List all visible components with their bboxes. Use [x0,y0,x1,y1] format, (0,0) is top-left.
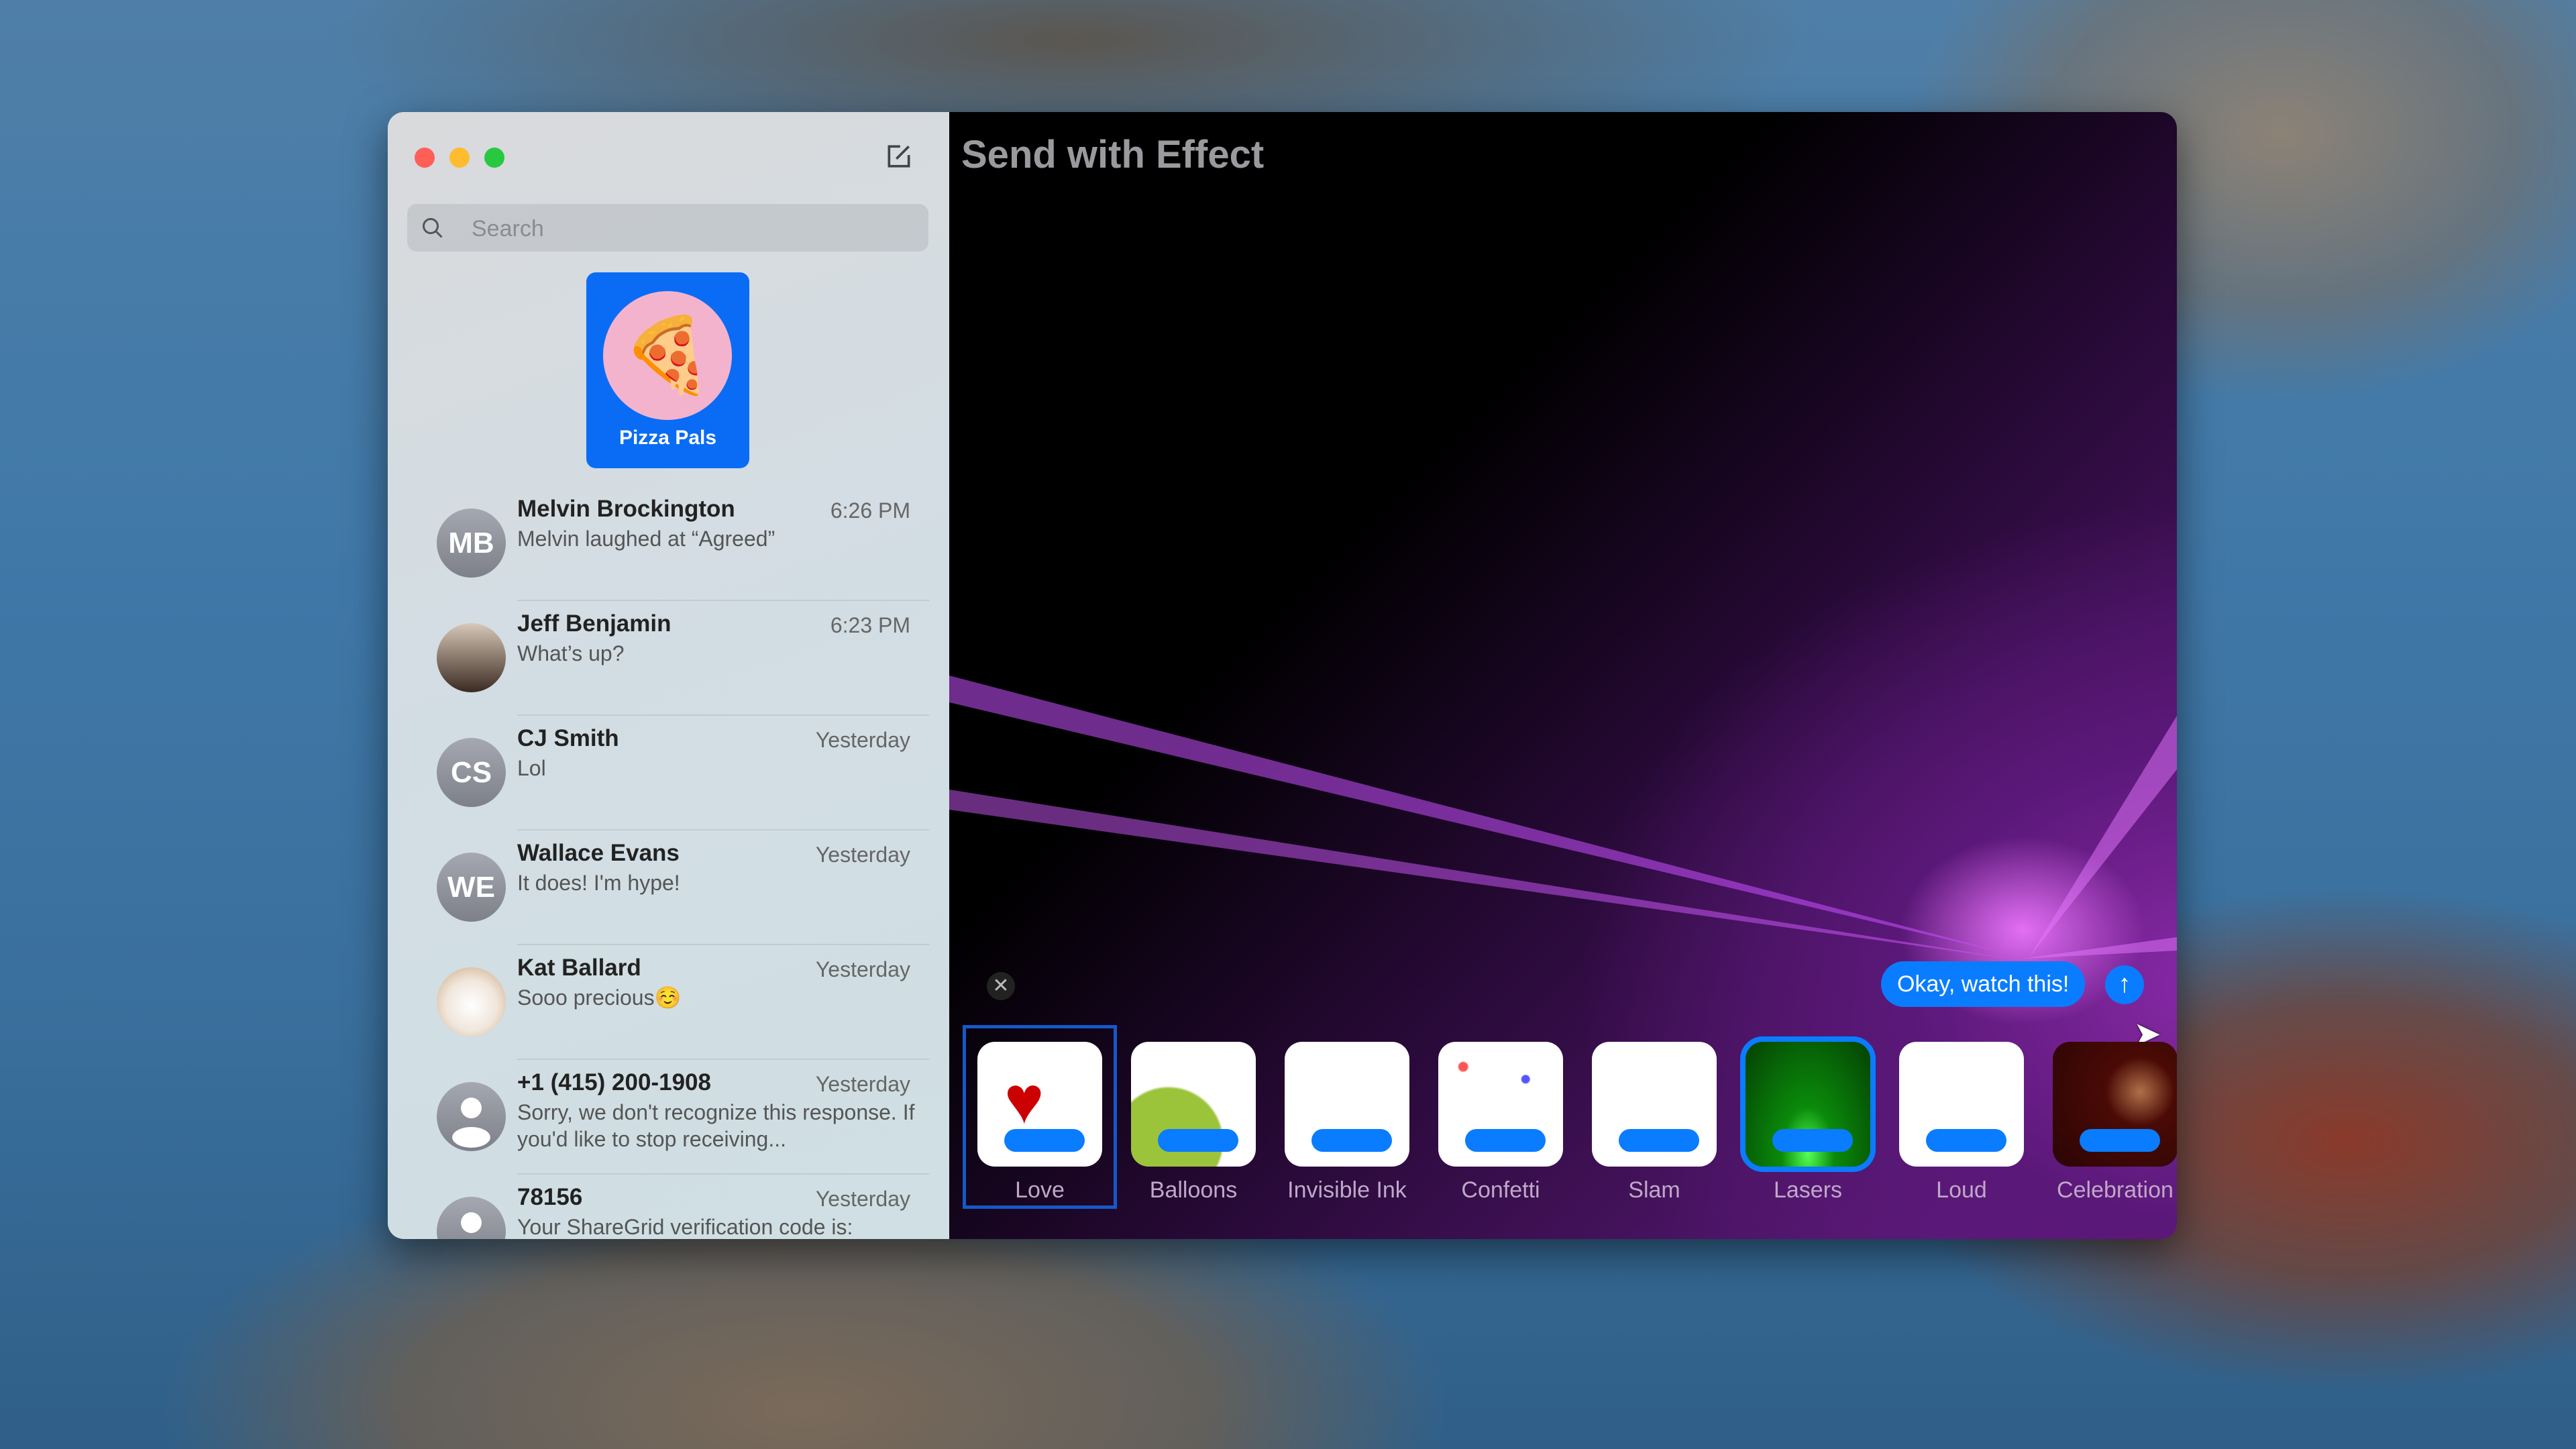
message-preview: Lol [517,756,546,780]
effect-lasers[interactable]: Lasers [1734,1028,1882,1205]
avatar: MB [437,508,506,578]
message-preview: It does! I'm hype! [517,871,680,895]
contact-name: Jeff Benjamin [517,610,672,637]
page-title: Send with Effect [961,133,1265,176]
effect-thumbnail [1740,1036,1876,1172]
timestamp: 6:23 PM [830,613,910,637]
bubble-preview [1619,1129,1699,1152]
bubble-preview [1926,1129,2006,1152]
avatar [437,1197,506,1239]
effect-label: Balloons [1149,1177,1238,1203]
avatar [437,1082,506,1151]
effect-thumbnail [1592,1042,1717,1167]
effect-label: Lasers [1773,1177,1843,1203]
avatar [437,967,506,1036]
effect-label: Confetti [1461,1177,1540,1203]
conversation-row[interactable]: +1 (415) 200-1908 Yesterday Sorry, we don'… [388,1060,949,1175]
pinned-conversation-pizza-pals[interactable]: 🍕 Pizza Pals [586,272,749,468]
effect-thumbnail [2053,1042,2177,1167]
bubble-preview [1158,1129,1238,1152]
effect-thumbnail [1438,1042,1563,1167]
avatar: WE [437,853,506,922]
message-preview: Sorry, we don't recognize this response.… [517,1100,915,1151]
message-preview: Your ShareGrid verification code is: [517,1215,853,1239]
effect-thumbnail [1285,1042,1409,1167]
close-window-button[interactable] [415,148,435,168]
sidebar: Search 🍕 Pizza Pals MB Melvin Brockington… [388,112,949,1239]
close-icon[interactable]: ✕ [987,972,1015,1000]
effect-loud[interactable]: Loud [1888,1028,2035,1205]
effect-thumbnail [1131,1042,1256,1167]
messages-window: Search 🍕 Pizza Pals MB Melvin Brockington… [388,112,2177,1239]
contact-name: Wallace Evans [517,840,680,866]
contact-name: 78156 [517,1184,583,1210]
effect-thumbnail: ♥ [977,1042,1102,1167]
heart-icon: ♥ [1004,1063,1044,1138]
bubble-preview [2080,1129,2160,1152]
message-preview: Melvin laughed at “Agreed” [517,527,775,551]
timestamp: Yesterday [815,843,910,867]
effect-confetti[interactable]: Confetti [1427,1028,1574,1205]
effect-love[interactable]: ♥ Love [963,1025,1117,1209]
send-button[interactable]: ↑ [2105,965,2144,1004]
contact-name: CJ Smith [517,725,619,751]
avatar [437,623,506,692]
search-placeholder: Search [472,216,544,241]
person-icon [461,1212,482,1234]
zoom-window-button[interactable] [484,148,504,168]
pinned-label: Pizza Pals [619,427,717,449]
bubble-preview [1311,1129,1392,1152]
effect-balloons[interactable]: Balloons [1120,1028,1267,1205]
bubble-preview [1004,1129,1085,1152]
contact-name: Melvin Brockington [517,496,735,522]
timestamp: Yesterday [815,957,910,981]
message-bubble: Okay, watch this! [1881,961,2086,1007]
timestamp: Yesterday [815,1187,910,1211]
conversation-row[interactable]: 78156 Yesterday Your ShareGrid verificatio… [388,1175,949,1239]
search-input[interactable]: Search [407,204,928,252]
contact-name: Kat Ballard [517,955,641,981]
person-icon [452,1097,490,1148]
bubble-preview [1465,1129,1546,1152]
pizza-icon: 🍕 [603,291,732,420]
effect-label: Celebration [2057,1177,2174,1203]
bubble-preview [1772,1129,1853,1152]
effect-label: Loud [1936,1177,1987,1203]
timestamp: Yesterday [815,728,910,752]
effect-slam[interactable]: Slam [1580,1028,1728,1205]
conversation-row[interactable]: Jeff Benjamin 6:23 PM What’s up? [388,601,949,716]
avatar: CS [437,738,506,807]
effect-label: Slam [1628,1177,1680,1203]
effect-invisible-ink[interactable]: Invisible Ink [1273,1028,1421,1205]
effect-preview: Send with Effect ✕ Okay, watch this! ↑ ➤… [949,112,2177,1239]
arrow-up-icon: ↑ [2118,970,2131,998]
compose-icon[interactable] [884,142,914,171]
contact-name: +1 (415) 200-1908 [517,1069,711,1095]
timestamp: Yesterday [815,1072,910,1096]
timestamp: 6:26 PM [830,498,910,523]
conversation-row[interactable]: MB Melvin Brockington 6:26 PM Melvin laughe… [388,486,949,601]
effect-label: Love [1015,1177,1065,1203]
conversation-row[interactable]: WE Wallace Evans Yesterday It does! I'm hyp… [388,830,949,945]
effect-label: Invisible Ink [1287,1177,1407,1203]
message-preview: Sooo precious☺️ [517,985,682,1010]
conversation-row[interactable]: Kat Ballard Yesterday Sooo precious☺️ [388,945,949,1060]
effect-thumbnail [1899,1042,2024,1167]
search-icon [423,218,443,238]
minimize-window-button[interactable] [449,148,470,168]
conversation-row[interactable]: CS CJ Smith Yesterday Lol [388,716,949,830]
message-preview: What’s up? [517,641,625,665]
effect-celebration[interactable]: Celebration [2041,1028,2177,1205]
